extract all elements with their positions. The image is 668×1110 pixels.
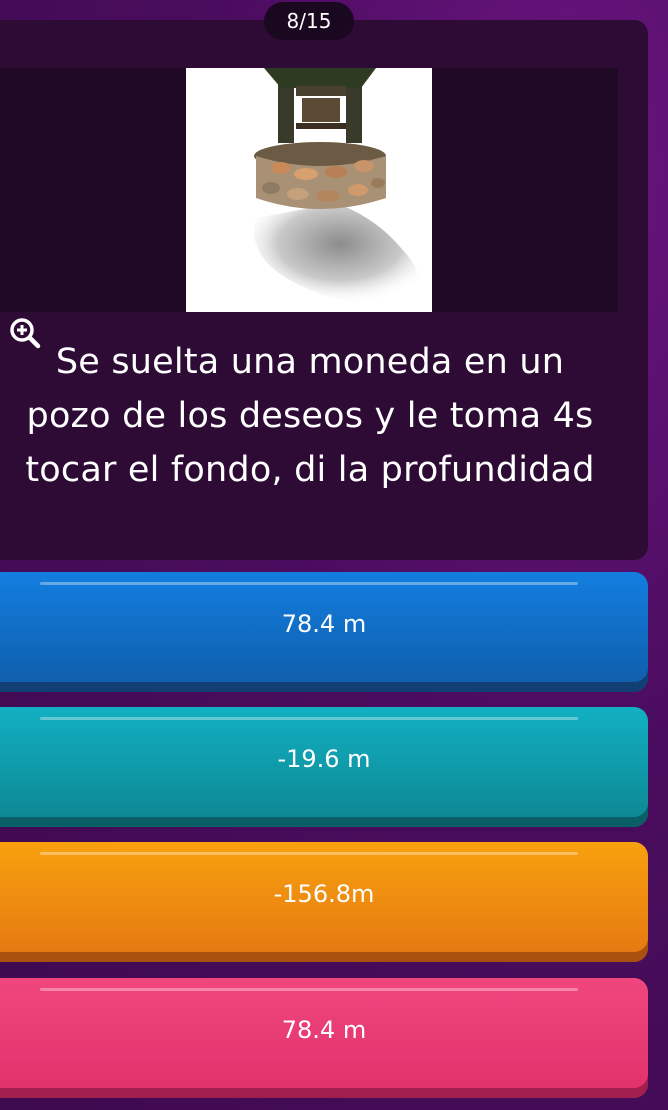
question-card: Se suelta una moneda en un pozo de los d… (0, 20, 648, 560)
answer-label: 78.4 m (281, 1016, 367, 1044)
answer-option-3[interactable]: -156.8m (0, 842, 648, 962)
answer-shine (40, 717, 578, 720)
question-counter: 8/15 (264, 2, 354, 40)
answer-option-4[interactable]: 78.4 m (0, 978, 648, 1098)
answer-option-2[interactable]: -19.6 m (0, 707, 648, 827)
answer-option-1[interactable]: 78.4 m (0, 572, 648, 692)
wishing-well-drawing (254, 68, 426, 305)
question-media-area (0, 68, 618, 349)
wishing-well-image[interactable] (186, 68, 432, 312)
answer-shine (40, 988, 578, 991)
answer-shine (40, 852, 578, 855)
answer-label: -19.6 m (277, 745, 371, 773)
answer-shine (40, 582, 578, 585)
question-counter-label: 8/15 (286, 9, 332, 33)
answer-label: 78.4 m (281, 610, 367, 638)
answer-label: -156.8m (273, 880, 375, 908)
question-text: Se suelta una moneda en un pozo de los d… (25, 342, 595, 490)
